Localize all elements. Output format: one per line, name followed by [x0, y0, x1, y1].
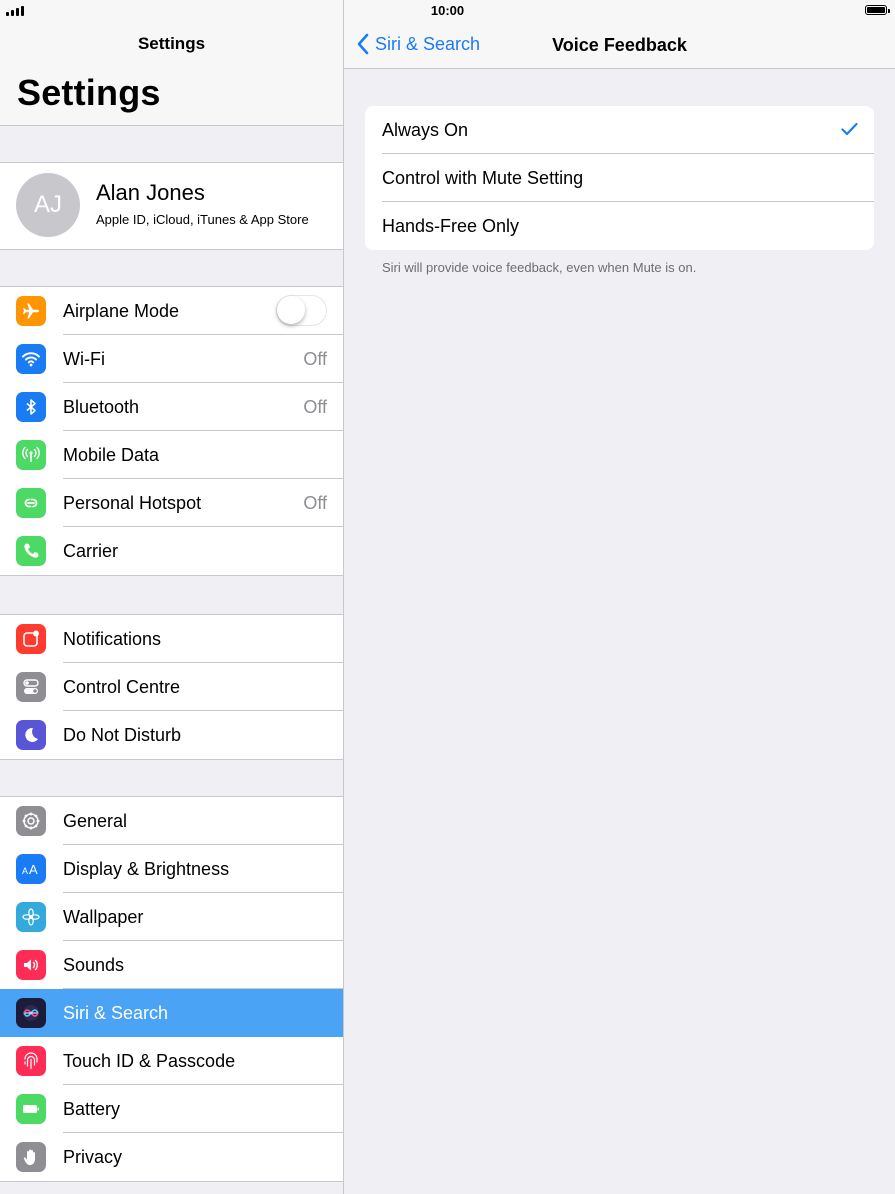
antenna-icon	[16, 440, 46, 470]
voice-feedback-options: Always On Control with Mute Setting Hand…	[365, 106, 874, 250]
profile-name: Alan Jones	[96, 180, 205, 205]
display-icon: AA	[16, 854, 46, 884]
apple-id-profile[interactable]: AJ Alan Jones Apple ID, iCloud, iTunes &…	[0, 162, 343, 250]
sidebar-item-control-centre[interactable]: Control Centre	[0, 663, 343, 711]
connectivity-group: Airplane Mode Wi-Fi Off Bluetooth Off Mo…	[0, 286, 343, 576]
sidebar-item-carrier[interactable]: Carrier	[0, 527, 343, 575]
gear-icon	[16, 806, 46, 836]
bluetooth-icon	[16, 392, 46, 422]
sidebar-item-airplane-mode[interactable]: Airplane Mode	[0, 287, 343, 335]
sidebar-item-display-brightness[interactable]: AA Display & Brightness	[0, 845, 343, 893]
sidebar-item-sounds[interactable]: Sounds	[0, 941, 343, 989]
detail-pane: Siri & Search Voice Feedback Always On C…	[344, 0, 895, 1194]
sidebar-item-personal-hotspot[interactable]: Personal Hotspot Off	[0, 479, 343, 527]
airplane-mode-toggle[interactable]	[276, 295, 327, 326]
hotspot-icon	[16, 488, 46, 518]
sidebar-item-battery[interactable]: Battery	[0, 1085, 343, 1133]
option-control-with-mute[interactable]: Control with Mute Setting	[365, 154, 874, 202]
status-time: 10:00	[430, 3, 465, 18]
hand-icon	[16, 1142, 46, 1172]
sidebar-item-touch-id-passcode[interactable]: Touch ID & Passcode	[0, 1037, 343, 1085]
page-title: Voice Feedback	[552, 35, 687, 55]
sidebar-large-title: Settings	[17, 72, 161, 113]
battery-status-icon	[865, 5, 890, 15]
sidebar-item-do-not-disturb[interactable]: Do Not Disturb	[0, 711, 343, 759]
wifi-status: Off	[303, 349, 327, 369]
control-centre-icon	[16, 672, 46, 702]
svg-text:A: A	[22, 866, 28, 876]
sidebar-item-siri-search[interactable]: Siri & Search	[0, 989, 343, 1037]
battery-icon	[16, 1094, 46, 1124]
settings-sidebar: Settings Settings AJ Alan Jones Apple ID…	[0, 0, 344, 1194]
fingerprint-icon	[16, 1046, 46, 1076]
voice-feedback-description: Siri will provide voice feedback, even w…	[382, 260, 697, 275]
siri-icon	[16, 998, 46, 1028]
option-always-on[interactable]: Always On	[365, 106, 874, 154]
wallpaper-icon	[16, 902, 46, 932]
hotspot-status: Off	[303, 493, 327, 513]
sidebar-item-wallpaper[interactable]: Wallpaper	[0, 893, 343, 941]
svg-text:A: A	[29, 862, 38, 877]
moon-icon	[16, 720, 46, 750]
general-group: General AA Display & Brightness Wallpape…	[0, 796, 343, 1182]
sidebar-item-mobile-data[interactable]: Mobile Data	[0, 431, 343, 479]
sidebar-item-bluetooth[interactable]: Bluetooth Off	[0, 383, 343, 431]
wifi-icon	[16, 344, 46, 374]
phone-icon	[16, 536, 46, 566]
speaker-icon	[16, 950, 46, 980]
avatar: AJ	[16, 173, 80, 237]
airplane-icon	[16, 296, 46, 326]
sidebar-nav-title: Settings	[137, 34, 206, 53]
checkmark-icon	[841, 122, 858, 136]
notifications-icon	[16, 624, 46, 654]
option-hands-free-only[interactable]: Hands-Free Only	[365, 202, 874, 250]
sidebar-item-general[interactable]: General	[0, 797, 343, 845]
sidebar-item-wifi[interactable]: Wi-Fi Off	[0, 335, 343, 383]
bluetooth-status: Off	[303, 397, 327, 417]
notifications-group: Notifications Control Centre Do Not Dist…	[0, 614, 343, 760]
status-bar: 10:00	[0, 0, 895, 22]
sidebar-item-privacy[interactable]: Privacy	[0, 1133, 343, 1181]
sidebar-item-notifications[interactable]: Notifications	[0, 615, 343, 663]
profile-subtitle: Apple ID, iCloud, iTunes & App Store	[96, 212, 309, 227]
